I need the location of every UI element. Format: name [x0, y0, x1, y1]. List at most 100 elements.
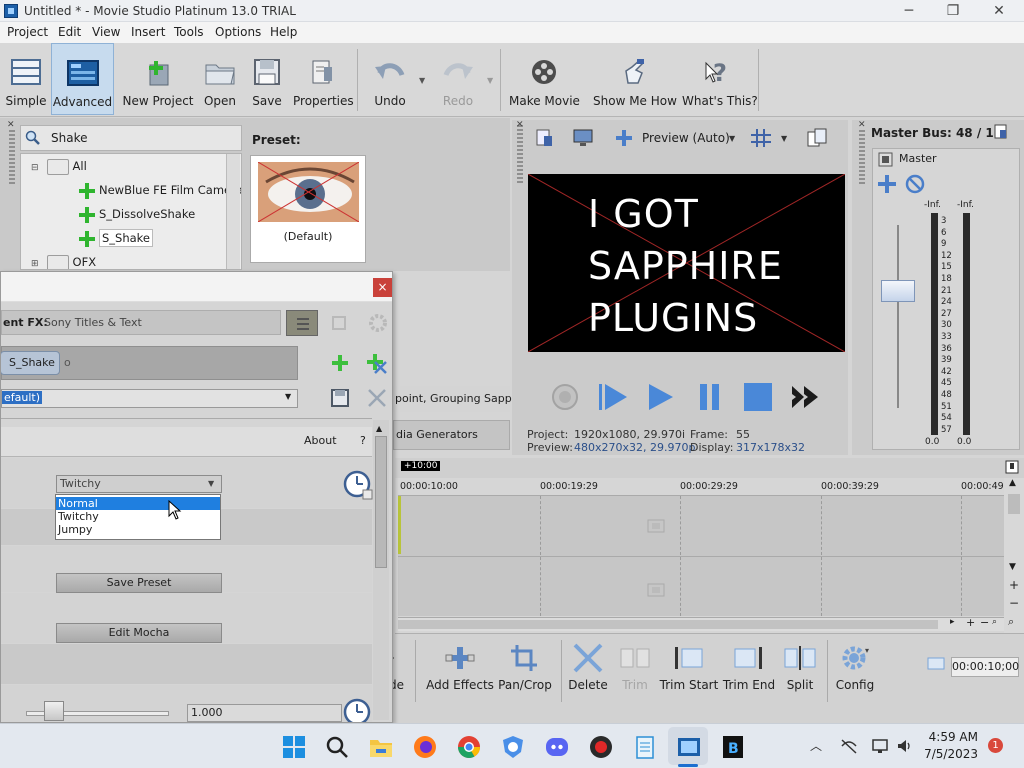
trim-button[interactable]: Trim	[616, 643, 654, 699]
track-zoom-in-icon[interactable]: +	[1009, 578, 1019, 592]
about-link[interactable]: About	[304, 434, 337, 447]
track-zoom-magnifier-icon[interactable]: ⌕	[1008, 615, 1014, 629]
fast-forward-icon[interactable]	[790, 384, 822, 410]
save-button[interactable]: Save	[248, 43, 286, 115]
add-plugin-icon[interactable]	[330, 353, 350, 373]
search-icon[interactable]	[324, 734, 350, 760]
menu-project[interactable]: Project	[7, 25, 48, 39]
timecode-display[interactable]: 00:00:10;00	[951, 657, 1019, 677]
close-button[interactable]: ✕	[976, 0, 1022, 22]
trim-end-button[interactable]: Trim End	[723, 643, 775, 699]
play-icon[interactable]	[645, 381, 677, 413]
split-button[interactable]: Split	[783, 643, 817, 699]
zoom-magnifier-icon[interactable]: ⌕	[992, 617, 997, 627]
chrome-icon[interactable]	[456, 734, 482, 760]
copy-snapshot-icon[interactable]	[806, 128, 828, 148]
zoom-out-icon[interactable]: −	[980, 616, 989, 629]
stop-icon[interactable]	[742, 381, 774, 413]
menu-help[interactable]: Help	[270, 25, 297, 39]
firefox-icon[interactable]	[412, 734, 438, 760]
timeline-horizontal-scrollbar[interactable]: ▸ + − ⌕	[398, 616, 1004, 631]
obs-record-icon[interactable]	[588, 734, 614, 760]
redo-button[interactable]: Redo	[436, 43, 480, 115]
tree-item-s-shake[interactable]: S_Shake	[79, 227, 154, 249]
master-fader-handle[interactable]	[881, 280, 915, 302]
open-button[interactable]: Open	[199, 43, 241, 115]
master-fx-icon[interactable]	[877, 174, 897, 194]
tree-item-newblue[interactable]: NewBlue FE Film Camera	[79, 179, 241, 201]
panel-close-icon[interactable]: ✕	[7, 120, 15, 130]
timeline-ruler[interactable]: 00:00:10:00 00:00:19:29 00:00:29:29 00:00:3…	[398, 478, 1007, 496]
b-app-icon[interactable]: B	[720, 734, 746, 760]
preset-dropdown[interactable]: efault) ▼	[1, 389, 298, 408]
shake-style-dropdown[interactable]: Twitchy ▼	[56, 475, 222, 493]
event-clip[interactable]	[398, 496, 401, 554]
pan-crop-button[interactable]: Pan/Crop	[498, 643, 552, 699]
option-normal[interactable]: Normal	[56, 497, 220, 510]
menu-insert[interactable]: Insert	[131, 25, 165, 39]
whats-this-button[interactable]: ? What's This?	[682, 43, 758, 115]
mute-icon[interactable]	[905, 174, 925, 194]
edit-mocha-button[interactable]: Edit Mocha	[56, 623, 222, 643]
fx-gear-icon[interactable]	[367, 312, 389, 334]
timeline-vertical-scrollbar[interactable]: ▲ ▼ + − ⌕	[1004, 478, 1024, 633]
fx-bypass-icon[interactable]	[329, 313, 349, 333]
preset-thumbnail[interactable]: (Default)	[250, 155, 366, 263]
tray-overflow-icon[interactable]: ︿	[808, 738, 824, 754]
loop-playback-icon[interactable]	[597, 381, 629, 413]
make-movie-button[interactable]: Make Movie	[509, 43, 580, 115]
panel-grip[interactable]	[517, 125, 523, 185]
advanced-button[interactable]: Advanced	[51, 43, 114, 115]
panel-grip[interactable]	[859, 130, 865, 185]
option-twitchy[interactable]: Twitchy	[56, 510, 220, 523]
panel-close-icon[interactable]: ✕	[516, 120, 524, 130]
panel-grip[interactable]	[9, 130, 15, 185]
fx-search-box[interactable]: Shake	[20, 125, 242, 151]
remove-plugin-icon[interactable]	[365, 352, 387, 374]
dialog-scrollbar[interactable]: ▲	[373, 420, 389, 720]
keyframe-clock-icon[interactable]	[343, 698, 373, 723]
dialog-scroll-thumb[interactable]	[375, 436, 387, 568]
tree-scrollbar[interactable]	[226, 154, 240, 269]
master-properties-icon[interactable]	[993, 124, 1009, 140]
config-button[interactable]: ▾ Config	[835, 643, 875, 699]
file-explorer-icon[interactable]	[368, 734, 394, 760]
show-me-how-button[interactable]: Show Me How	[593, 43, 677, 115]
amount-value-field[interactable]: 1.000	[187, 704, 342, 722]
trim-start-button[interactable]: Trim Start	[660, 643, 718, 699]
fx-dialog-close-button[interactable]: ×	[373, 278, 392, 297]
undo-dropdown-icon[interactable]: ▼	[419, 76, 425, 85]
volume-icon[interactable]	[896, 738, 914, 754]
properties-button[interactable]: Properties	[293, 43, 354, 115]
timeline-marker-icon[interactable]	[1005, 460, 1019, 474]
hscroll-thumb[interactable]	[398, 620, 938, 629]
add-effects-button[interactable]: Add Effects	[426, 643, 494, 699]
redo-dropdown-icon[interactable]: ▼	[487, 76, 493, 85]
scroll-up-icon[interactable]: ▲	[376, 424, 382, 433]
delete-button[interactable]: Delete	[568, 643, 608, 699]
expand-icon[interactable]: ⊞	[31, 259, 39, 269]
preview-mode-dropdown-icon[interactable]: ▼	[729, 134, 735, 143]
grid-overlay-icon[interactable]	[750, 128, 772, 148]
amount-slider-handle[interactable]	[44, 701, 64, 721]
media-generators-tab[interactable]: dia Generators	[393, 420, 510, 450]
tree-item-ofx[interactable]: ⊞ OFX	[31, 251, 96, 269]
undo-button[interactable]: Undo	[368, 43, 412, 115]
tree-item-all[interactable]: ⊟ All	[31, 155, 87, 177]
simple-button[interactable]: Simple	[2, 43, 50, 115]
help-link[interactable]: ?	[360, 434, 366, 447]
panel-close-icon[interactable]: ✕	[858, 120, 866, 130]
discord-icon[interactable]	[544, 734, 570, 760]
record-icon[interactable]	[550, 382, 580, 412]
fx-dialog-titlebar[interactable]: ×	[1, 272, 392, 302]
keyframe-clock-icon[interactable]	[343, 470, 373, 500]
network-offline-icon[interactable]	[840, 738, 858, 754]
scroll-up-icon[interactable]: ▲	[1009, 478, 1016, 488]
grid-dropdown-icon[interactable]: ▼	[781, 134, 787, 143]
save-preset-icon[interactable]	[330, 388, 350, 408]
scroll-down-icon[interactable]: ▼	[1009, 562, 1016, 572]
menu-edit[interactable]: Edit	[58, 25, 81, 39]
track-zoom-out-icon[interactable]: −	[1009, 596, 1019, 610]
clock-date[interactable]: 7/5/2023	[920, 747, 978, 761]
chain-item-s-shake[interactable]: S_Shake	[1, 351, 60, 375]
